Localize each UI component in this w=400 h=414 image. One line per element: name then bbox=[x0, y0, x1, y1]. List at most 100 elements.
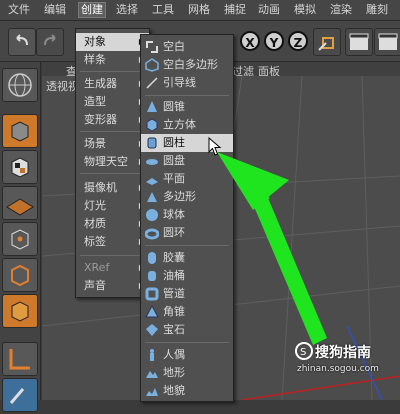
create-menu-item-camera[interactable]: 摄像机 ▶ bbox=[76, 179, 149, 197]
object-menu-item-label: 多边形 bbox=[163, 190, 196, 203]
plane-icon bbox=[146, 178, 158, 185]
object-menu-item-label: 立方体 bbox=[163, 118, 196, 131]
create-menu-item-material[interactable]: 材质 ▶ bbox=[76, 215, 149, 233]
edges-mode-button[interactable] bbox=[2, 258, 38, 292]
create-menu: 对象 ▶ 样条 ▶ 生成器 ▶ 造型 ▶ 变形器 ▶ 场景 ▶ 物理天空 ▶ 摄… bbox=[75, 28, 150, 298]
coordinate-system-button[interactable] bbox=[313, 28, 341, 56]
object-menu-item-relief[interactable]: 地貌 bbox=[141, 382, 233, 400]
menu-sculpt[interactable]: 雕刻 bbox=[366, 3, 388, 17]
create-menu-item-scene[interactable]: 场景 ▶ bbox=[76, 135, 149, 153]
object-menu-item-label: 胶囊 bbox=[163, 251, 185, 264]
object-menu-item-null[interactable]: 空白 bbox=[141, 38, 233, 56]
relief-icon bbox=[146, 388, 158, 396]
create-menu-item-label: 物理天空 bbox=[84, 155, 128, 168]
create-menu-item-label: 摄像机 bbox=[84, 181, 117, 194]
menu-divider bbox=[145, 95, 229, 96]
menu-edit[interactable]: 编辑 bbox=[44, 3, 66, 17]
create-menu-item-object[interactable]: 对象 ▶ bbox=[76, 33, 149, 51]
object-menu-item-cube[interactable]: 立方体 bbox=[141, 116, 233, 134]
oil-tank-icon bbox=[148, 271, 156, 281]
menu-animate[interactable]: 动画 bbox=[258, 3, 280, 17]
create-menu-item-label: 标签 bbox=[84, 235, 106, 248]
redo-button[interactable] bbox=[36, 28, 64, 56]
menu-file[interactable]: 文件 bbox=[8, 3, 30, 17]
menu-select[interactable]: 选择 bbox=[116, 3, 138, 17]
object-menu-item-label: 圆柱 bbox=[163, 136, 185, 149]
create-menu-item-spline[interactable]: 样条 ▶ bbox=[76, 51, 149, 69]
tweak-mode-button[interactable] bbox=[2, 378, 38, 412]
x-axis-toggle[interactable]: X bbox=[240, 31, 260, 51]
view-mode-button[interactable] bbox=[2, 68, 38, 102]
create-menu-item-tag[interactable]: 标签 ▶ bbox=[76, 233, 149, 251]
clapper-icon bbox=[349, 33, 369, 50]
object-menu-item-label: 球体 bbox=[163, 208, 185, 221]
points-mode-button[interactable] bbox=[2, 222, 38, 256]
create-menu-item-label: 场景 bbox=[84, 137, 106, 150]
create-menu-item-label: 材质 bbox=[84, 217, 106, 230]
object-menu-item-cone[interactable]: 圆锥 bbox=[141, 98, 233, 116]
workplane-button[interactable] bbox=[2, 186, 38, 220]
z-axis-toggle[interactable]: Z bbox=[288, 31, 308, 51]
create-menu-item-label: 声音 bbox=[84, 279, 106, 292]
create-menu-item-sound[interactable]: 声音 ▶ bbox=[76, 277, 149, 295]
watermark-url: zhinan.sogou.com bbox=[297, 364, 379, 374]
axis-mode-button[interactable] bbox=[2, 342, 38, 376]
create-menu-item-physical-sky[interactable]: 物理天空 ▶ bbox=[76, 153, 149, 171]
render-view-button[interactable] bbox=[345, 28, 373, 56]
guide-icon bbox=[146, 77, 158, 89]
object-menu-item-label: 宝石 bbox=[163, 323, 185, 336]
create-menu-item-generator[interactable]: 生成器 ▶ bbox=[76, 75, 149, 93]
menu-render[interactable]: 渲染 bbox=[330, 3, 352, 17]
object-menu-item-label: 人偶 bbox=[163, 348, 185, 361]
create-menu-item-label: 变形器 bbox=[84, 113, 117, 126]
menu-divider bbox=[80, 173, 145, 174]
disc-icon bbox=[146, 159, 158, 165]
texture-mode-button[interactable] bbox=[2, 150, 38, 184]
grid-plane-icon bbox=[6, 198, 34, 216]
menu-mesh[interactable]: 网格 bbox=[188, 3, 210, 17]
polygon-icon bbox=[147, 192, 157, 202]
create-menu-item-modeling[interactable]: 造型 ▶ bbox=[76, 93, 149, 111]
undo-button[interactable] bbox=[8, 28, 36, 56]
polygon-object-icon bbox=[145, 58, 159, 72]
pyramid-icon bbox=[145, 305, 159, 318]
object-menu-item-label: 空白 bbox=[163, 40, 185, 53]
menu-simulate[interactable]: 模拟 bbox=[294, 3, 316, 17]
sphere-icon bbox=[146, 209, 158, 221]
object-menu-item-label: 地貌 bbox=[163, 384, 185, 397]
create-menu-item-deformer[interactable]: 变形器 ▶ bbox=[76, 111, 149, 129]
capsule-icon bbox=[148, 252, 156, 264]
object-menu-item-label: 圆盘 bbox=[163, 154, 185, 167]
y-axis-toggle[interactable]: Y bbox=[264, 31, 284, 51]
object-menu-item-empty-polygon[interactable]: 空白多边形 bbox=[141, 56, 233, 74]
create-menu-item-xref[interactable]: XRef ▶ bbox=[76, 259, 149, 277]
object-menu-item-label: 圆锥 bbox=[163, 100, 185, 113]
sphere-grid-icon bbox=[8, 73, 32, 97]
object-menu-item-label: 油桶 bbox=[163, 269, 185, 282]
model-mode-button[interactable] bbox=[2, 114, 38, 148]
object-menu-item-label: 管道 bbox=[163, 287, 185, 300]
gem-icon bbox=[146, 324, 158, 336]
menu-divider bbox=[80, 131, 145, 132]
points-cube-icon bbox=[11, 229, 29, 250]
sogou-logo-icon: S bbox=[295, 342, 313, 360]
cylinder-icon bbox=[147, 137, 157, 149]
cube-icon bbox=[146, 118, 158, 132]
object-menu-item-guide[interactable]: 引导线 bbox=[141, 74, 233, 92]
menu-snap[interactable]: 捕捉 bbox=[224, 3, 246, 17]
coordinate-system-icon bbox=[318, 37, 334, 51]
create-menu-item-label: 生成器 bbox=[84, 77, 117, 90]
checker-cube-icon bbox=[11, 157, 29, 178]
menu-create[interactable]: 创建 bbox=[78, 2, 106, 18]
create-menu-item-label: 灯光 bbox=[84, 199, 106, 212]
polygons-mode-button[interactable] bbox=[2, 294, 38, 328]
create-menu-item-light[interactable]: 灯光 ▶ bbox=[76, 197, 149, 215]
object-menu-item-landscape[interactable]: 地形 bbox=[141, 364, 233, 382]
figure-icon bbox=[150, 349, 154, 361]
create-menu-item-label: 造型 bbox=[84, 95, 106, 108]
svg-text:S: S bbox=[300, 347, 306, 358]
create-menu-item-label: 对象 bbox=[84, 35, 106, 48]
menu-tools[interactable]: 工具 bbox=[152, 3, 174, 17]
tube-icon bbox=[145, 287, 159, 301]
render-to-picture-viewer-button[interactable] bbox=[374, 28, 400, 56]
